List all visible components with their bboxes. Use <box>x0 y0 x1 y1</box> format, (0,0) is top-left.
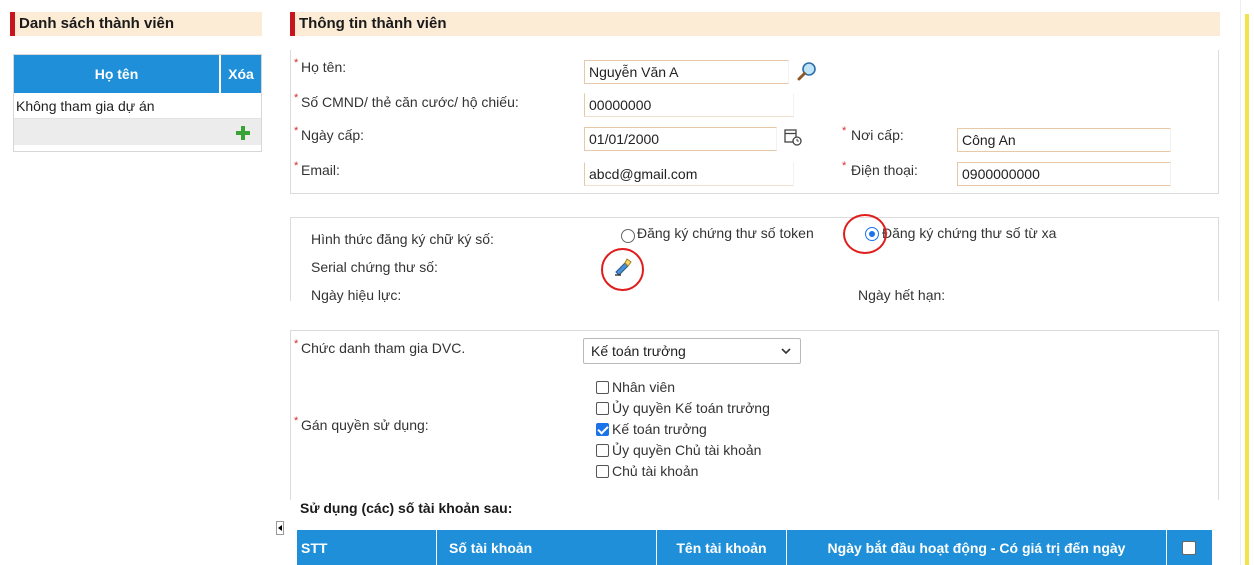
calendar-icon[interactable] <box>783 127 803 147</box>
member-info-header: Thông tin thành viên <box>290 12 1220 36</box>
member-table-header: Họ tên Xóa <box>14 55 261 93</box>
member-list-title: Danh sách thành viên <box>19 15 175 32</box>
radio-token[interactable] <box>621 229 635 243</box>
select-all-checkbox[interactable] <box>1182 541 1196 555</box>
accounts-table-header: STT Số tài khoản Tên tài khoản Ngày bắt … <box>297 530 1212 565</box>
cmnd-label: * Số CMND/ thẻ căn cước/ hộ chiếu: <box>294 92 519 110</box>
member-info-title: Thông tin thành viên <box>299 15 447 32</box>
ngay-het-han-label: Ngày hết hạn: <box>858 287 946 303</box>
gan-quyen-label: * Gán quyền sử dụng: <box>294 415 429 433</box>
column-so-tai-khoan: Số tài khoản <box>437 530 657 565</box>
column-stt: STT <box>297 530 437 565</box>
column-xoa: Xóa <box>221 55 261 93</box>
role-panel: * Chức danh tham gia DVC. Kế toán trưởng … <box>290 330 1219 500</box>
checkbox-uy-quyen-ke-toan-truong[interactable] <box>596 402 609 415</box>
member-add-row <box>14 119 261 145</box>
ngay-cap-label: * Ngày cấp: <box>294 125 365 143</box>
checkbox-nhan-vien[interactable] <box>596 381 609 394</box>
dien-thoai-input[interactable]: 0900000000 <box>957 162 1171 186</box>
chuc-danh-select[interactable]: Kế toán trưởng <box>583 338 801 364</box>
noi-cap-input[interactable]: Công An <box>957 128 1171 152</box>
permission-chu-tai-khoan-label: Chủ tài khoản <box>612 463 699 479</box>
page-scrollbar[interactable] <box>1240 0 1254 565</box>
highlight-circle-serial <box>601 248 644 291</box>
chevron-down-icon <box>780 339 792 371</box>
accounts-heading: Sử dụng (các) số tài khoản sau: <box>300 500 513 516</box>
member-table: Họ tên Xóa Không tham gia dự án <box>13 54 262 152</box>
signature-panel: Hình thức đăng ký chữ ký số: Đăng ký chứ… <box>290 214 1219 303</box>
permission-uy-quyen-chu-tai-khoan-label: Ủy quyền Chủ tài khoản <box>612 442 762 458</box>
column-ho-ten: Họ tên <box>14 55 221 93</box>
checkbox-uy-quyen-chu-tai-khoan[interactable] <box>596 444 609 457</box>
hinh-thuc-label: Hình thức đăng ký chữ ký số: <box>311 231 494 247</box>
member-row[interactable]: Không tham gia dự án <box>14 93 261 119</box>
permission-ke-toan-truong-label: Kế toán trưởng <box>612 421 707 437</box>
cmnd-input[interactable]: 00000000 <box>584 93 794 117</box>
ngay-hieu-luc-label: Ngày hiệu lực: <box>311 287 402 303</box>
plus-icon[interactable] <box>235 123 251 140</box>
checkbox-ke-toan-truong[interactable] <box>596 423 609 436</box>
permission-uy-quyen-ke-toan-truong-label: Ủy quyền Kế toán trưởng <box>612 400 770 416</box>
chuc-danh-label: * Chức danh tham gia DVC. <box>294 338 466 356</box>
search-icon[interactable] <box>797 61 817 81</box>
checkbox-chu-tai-khoan[interactable] <box>596 465 609 478</box>
noi-cap-label: * Nơi cấp: <box>842 125 904 143</box>
column-ngay-bat-dau: Ngày bắt đầu hoạt động - Có giá trị đến … <box>787 530 1167 565</box>
chuc-danh-value: Kế toán trưởng <box>591 343 686 359</box>
highlight-circle-remote <box>843 214 887 254</box>
ho-ten-label: * Họ tên: <box>294 57 347 75</box>
ngay-cap-input[interactable]: 01/01/2000 <box>584 127 777 151</box>
email-label: * Email: <box>294 160 340 178</box>
select-all-cell <box>1167 530 1212 565</box>
scrollbar-thumb[interactable] <box>1245 14 1249 565</box>
option-token-label: Đăng ký chứng thư số token <box>637 225 814 241</box>
personal-info-panel: * Họ tên: Nguyễn Văn A * Số CMND/ thẻ căn … <box>290 50 1219 194</box>
collapse-sidebar-toggle[interactable] <box>276 521 284 535</box>
column-ten-tai-khoan: Tên tài khoản <box>657 530 787 565</box>
ho-ten-input[interactable]: Nguyễn Văn A <box>584 60 789 84</box>
member-list-header: Danh sách thành viên <box>10 12 262 36</box>
permission-nhan-vien-label: Nhân viên <box>612 379 676 395</box>
dien-thoai-label: * Điện thoại: <box>842 160 918 178</box>
serial-label: Serial chứng thư số: <box>311 259 438 275</box>
option-remote-label: Đăng ký chứng thư số từ xa <box>882 225 1057 241</box>
email-input[interactable]: abcd@gmail.com <box>584 162 794 186</box>
